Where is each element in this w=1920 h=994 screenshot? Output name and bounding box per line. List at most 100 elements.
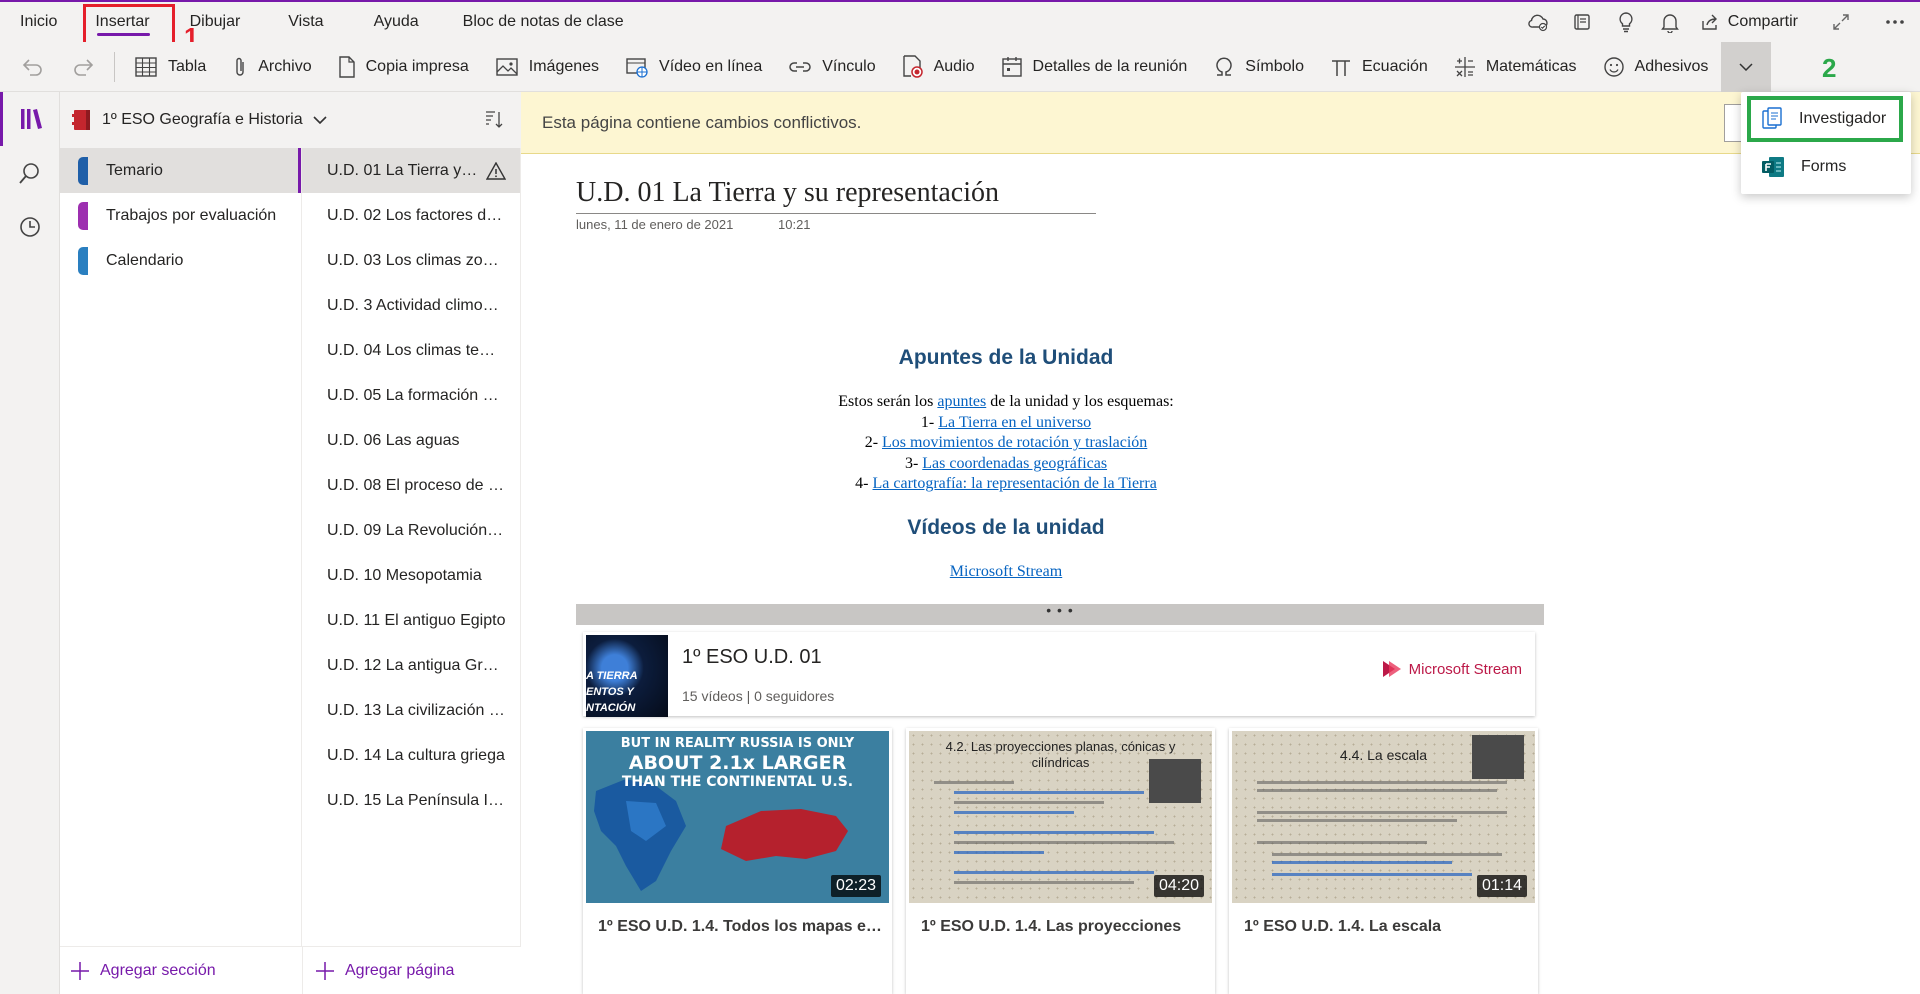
embed-drag-bar[interactable]: • • • — [576, 603, 1544, 625]
section-item-calendario[interactable]: Calendario — [60, 238, 301, 283]
page-item[interactable]: U.D. 10 Mesopotamia — [302, 553, 520, 598]
lightbulb-icon[interactable] — [1604, 2, 1648, 42]
bell-icon[interactable] — [1648, 2, 1692, 42]
recent-clock-icon[interactable] — [0, 200, 60, 254]
tab-vista[interactable]: Vista — [260, 2, 351, 42]
video-thumbnail: BUT IN REALITY RUSSIA IS ONLY ABOUT 2.1x… — [586, 731, 889, 903]
section-color-tab — [78, 157, 88, 185]
page-item[interactable]: U.D. 13 La civilización romana — [302, 688, 520, 733]
notebook-picker[interactable]: 1º ESO Geografía e Historia — [60, 109, 327, 131]
page-label: U.D. 12 La antigua Grecia — [327, 656, 506, 674]
section-label: Temario — [106, 161, 163, 179]
tab-inicio[interactable]: Inicio — [0, 2, 77, 42]
page-canvas[interactable]: Esta página contiene cambios conflictivo… — [521, 92, 1920, 994]
image-icon — [496, 57, 518, 76]
page-list: U.D. 01 La Tierra y su representación U.… — [302, 148, 521, 948]
video-card[interactable]: BUT IN REALITY RUSSIA IS ONLY ABOUT 2.1x… — [583, 728, 892, 994]
page-item[interactable]: U.D. 05 La formación del relieve — [302, 373, 520, 418]
insert-equation-button[interactable]: Ecuación — [1317, 42, 1441, 92]
add-page-button[interactable]: Agregar página — [302, 947, 454, 994]
chevron-down-icon — [1739, 62, 1753, 71]
document-icon — [338, 55, 355, 78]
menu-item-forms[interactable]: Forms — [1741, 143, 1911, 191]
notebook-icon — [72, 110, 90, 130]
search-icon[interactable] — [0, 146, 60, 200]
link-number: 2- — [864, 434, 883, 451]
heading-videos: Vídeos de la unidad — [907, 516, 1105, 539]
section-item-temario[interactable]: Temario — [60, 148, 301, 193]
page-item[interactable]: U.D. 09 La Revolución neolítica — [302, 508, 520, 553]
add-section-button[interactable]: Agregar sección — [60, 947, 302, 994]
tab-bloc-de-notas-de-clase[interactable]: Bloc de notas de clase — [441, 2, 644, 42]
stream-link-row: Microsoft Stream — [576, 562, 1436, 583]
channel-thumbnail: A TIERRA ENTOS Y NTACIÓN — [586, 635, 668, 717]
page-item[interactable]: U.D. 15 La Península Ibérica — [302, 778, 520, 823]
page-item[interactable]: U.D. 02 Los factores del relieve — [302, 193, 520, 238]
annotation-box-investigador — [1747, 96, 1903, 142]
page-item[interactable]: U.D. 11 El antiguo Egipto — [302, 598, 520, 643]
tab-ayuda[interactable]: Ayuda — [352, 2, 441, 42]
video-duration: 04:20 — [1153, 875, 1204, 897]
insert-file-button[interactable]: Archivo — [219, 42, 324, 92]
notes-link[interactable]: La Tierra en el universo — [938, 414, 1091, 431]
notes-link[interactable]: Las coordenadas geográficas — [922, 455, 1107, 472]
page-item[interactable]: U.D. 01 La Tierra y su representación — [302, 148, 520, 193]
video-card[interactable]: 4.2. Las proyecciones planas, cónicas y … — [906, 728, 1215, 994]
redo-icon[interactable] — [58, 42, 108, 92]
page-item[interactable]: U.D. 08 El proceso de hominización — [302, 463, 520, 508]
plus-icon — [71, 962, 89, 980]
microsoft-stream-link[interactable]: Microsoft Stream — [950, 563, 1062, 580]
section-color-tab — [78, 247, 88, 275]
insert-table-button[interactable]: Tabla — [121, 42, 219, 92]
fullscreen-icon[interactable] — [1812, 2, 1870, 42]
thumb-headline: BUT IN REALITY RUSSIA IS ONLY ABOUT 2.1x… — [586, 735, 889, 791]
symbol-label: Símbolo — [1245, 57, 1304, 75]
page-label: U.D. 3 Actividad climogramas — [327, 296, 506, 314]
insert-math-button[interactable]: Matemáticas — [1441, 42, 1590, 92]
video-card[interactable]: 4.4. La escala 01:14 1º ESO U.D. 1.4. La… — [1229, 728, 1538, 994]
share-icon — [1702, 14, 1717, 30]
page-item[interactable]: U.D. 06 Las aguas — [302, 418, 520, 463]
page-item[interactable]: U.D. 12 La antigua Grecia — [302, 643, 520, 688]
insert-online-video-button[interactable]: Vídeo en línea — [612, 42, 775, 92]
sort-icon[interactable] — [485, 110, 503, 135]
page-label: U.D. 02 Los factores del relieve — [327, 206, 506, 224]
insert-audio-button[interactable]: Audio — [889, 42, 988, 92]
more-options-icon[interactable] — [1870, 2, 1920, 42]
page-item[interactable]: U.D. 04 Los climas templados — [302, 328, 520, 373]
page-item[interactable]: U.D. 03 Los climas zonales — [302, 238, 520, 283]
page-label: U.D. 04 Los climas templados — [327, 341, 506, 359]
smiley-icon — [1603, 56, 1624, 77]
apuntes-link[interactable]: apuntes — [937, 393, 986, 410]
insert-link-button[interactable]: Vínculo — [775, 42, 888, 92]
undo-icon[interactable] — [8, 42, 58, 92]
thumb-text-line: BUT IN REALITY RUSSIA IS ONLY — [620, 736, 855, 751]
thumb-text-line: NTACIÓN — [586, 702, 636, 714]
section-item-trabajos[interactable]: Trabajos por evaluación — [60, 193, 301, 238]
share-button[interactable]: Compartir — [1692, 2, 1812, 42]
video-duration: 02:23 — [830, 875, 881, 897]
video-title: 1º ESO U.D. 1.4. La escala — [1244, 918, 1442, 935]
insert-images-button[interactable]: Imágenes — [482, 42, 612, 92]
printout-label: Copia impresa — [365, 57, 469, 75]
link-icon — [789, 61, 811, 72]
page-title[interactable]: U.D. 01 La Tierra y su representación — [576, 177, 1096, 214]
page-item[interactable]: U.D. 14 La cultura griega — [302, 733, 520, 778]
sync-cloud-icon[interactable] — [1516, 2, 1560, 42]
page-item[interactable]: U.D. 3 Actividad climogramas — [302, 283, 520, 328]
link-label: Vínculo — [822, 57, 876, 75]
notes-link[interactable]: Los movimientos de rotación y traslación — [882, 434, 1147, 451]
thumb-text-line: ENTOS Y — [586, 686, 634, 698]
ribbon-overflow-button[interactable] — [1721, 41, 1772, 92]
notebook-title: 1º ESO Geografía e Historia — [102, 111, 303, 128]
notes-link[interactable]: La cartografía: la representación de la … — [873, 475, 1157, 492]
insert-stickers-button[interactable]: Adhesivos — [1590, 42, 1722, 92]
insert-meeting-details-button[interactable]: Detalles de la reunión — [988, 42, 1201, 92]
insert-printout-button[interactable]: Copia impresa — [325, 42, 482, 92]
stream-channel-card[interactable]: A TIERRA ENTOS Y NTACIÓN 1º ESO U.D. 01 … — [583, 632, 1535, 717]
notebooks-icon[interactable] — [0, 92, 60, 146]
insert-symbol-button[interactable]: Símbolo — [1200, 42, 1317, 92]
pi-icon — [1332, 59, 1350, 76]
link-number: 3- — [904, 454, 923, 472]
immersive-reader-icon[interactable] — [1560, 2, 1604, 42]
